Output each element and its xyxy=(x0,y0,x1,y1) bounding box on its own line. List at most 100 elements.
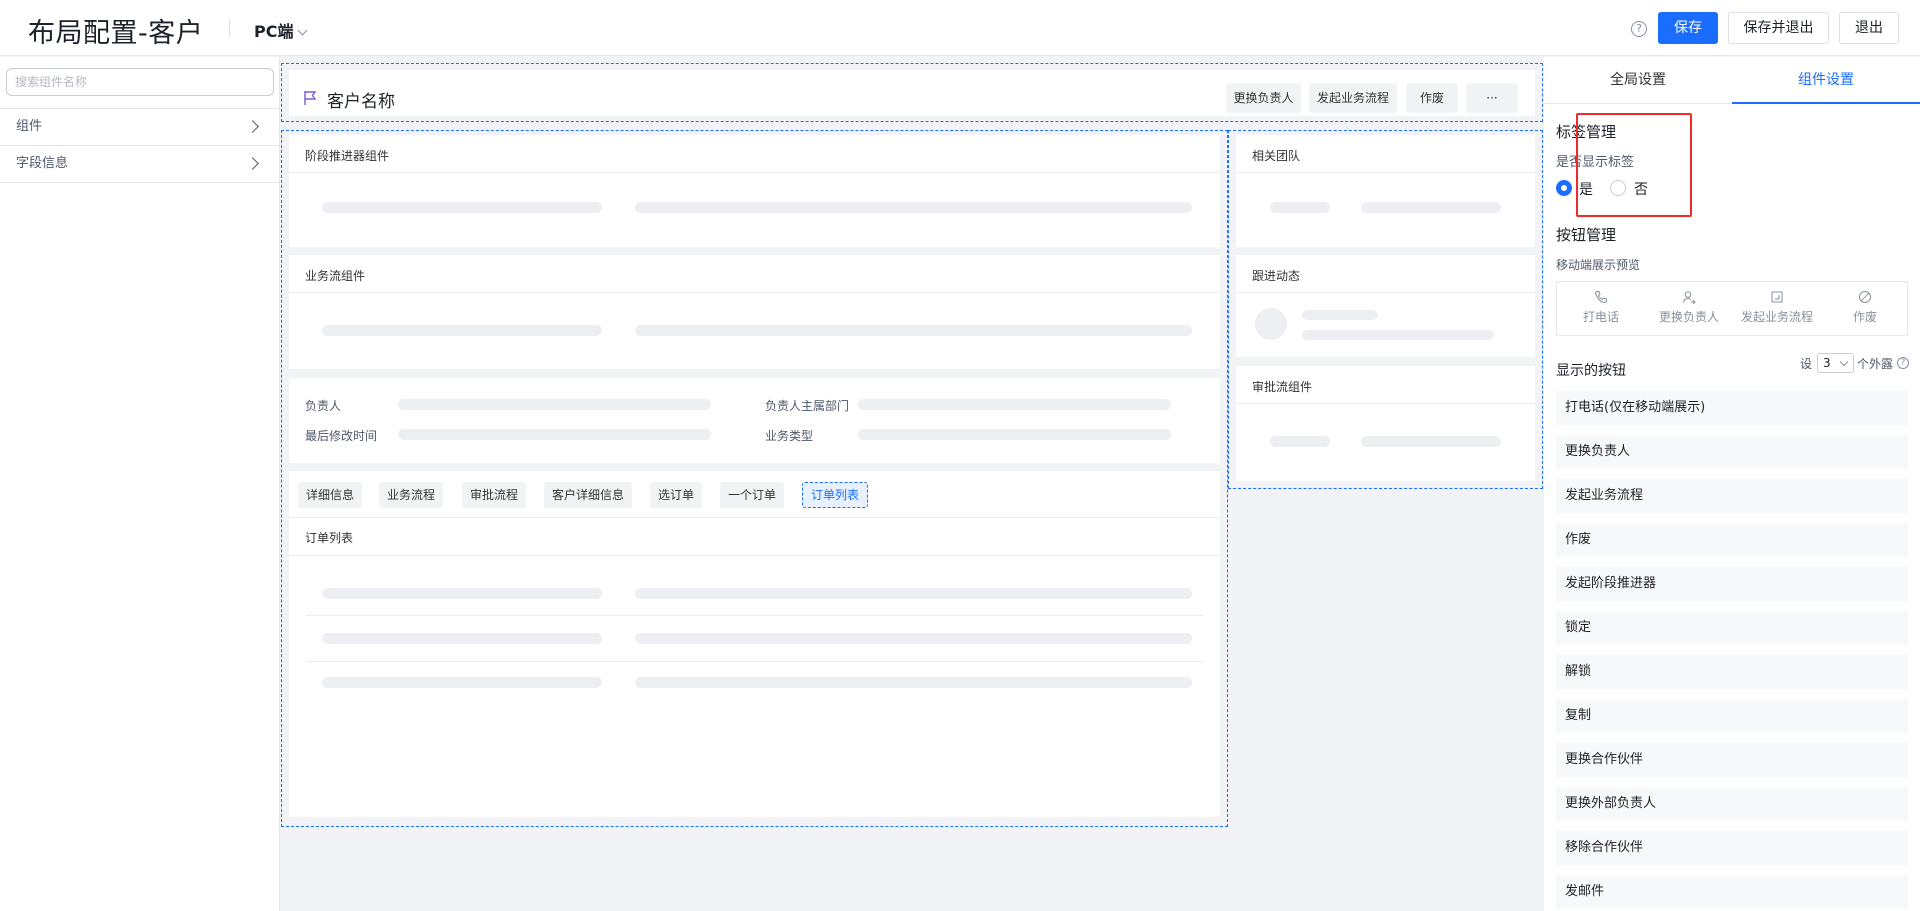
follow-up-card[interactable]: 跟进动态 xyxy=(1236,255,1535,357)
help-icon[interactable]: ? xyxy=(1897,357,1909,369)
mobile-preview-bar: 打电话 更换负责人 发起业务流程 作废 xyxy=(1556,281,1908,336)
tab-select-order[interactable]: 选订单 xyxy=(650,482,703,508)
chevron-down-icon xyxy=(298,25,308,36)
skeleton-bar xyxy=(635,633,1192,644)
customer-name: 客户名称 xyxy=(327,92,395,112)
tab-order-list[interactable]: 订单列表 xyxy=(802,482,869,508)
button-item-remove-partner[interactable]: 移除合作伙伴 xyxy=(1556,831,1908,865)
flow-component-card[interactable]: 业务流组件 xyxy=(289,255,1220,369)
search-input[interactable] xyxy=(6,68,274,96)
divider xyxy=(306,661,1203,662)
skeleton-bar xyxy=(1361,436,1501,447)
card-title: 业务流组件 xyxy=(305,269,366,283)
show-tag-label: 是否显示标签 xyxy=(1556,155,1635,170)
void-button[interactable]: 作废 xyxy=(1406,83,1458,113)
help-icon[interactable]: ? xyxy=(1631,21,1647,37)
preview-call: 打电话 xyxy=(1557,290,1645,325)
change-owner-button[interactable]: 更换负责人 xyxy=(1226,83,1301,113)
skeleton-bar xyxy=(858,399,1171,410)
card-title: 阶段推进器组件 xyxy=(305,149,390,163)
more-button[interactable]: ··· xyxy=(1466,83,1518,113)
exit-button[interactable]: 退出 xyxy=(1839,12,1899,44)
tab-detail-info[interactable]: 详细信息 xyxy=(298,482,363,508)
skeleton-bar xyxy=(322,588,602,599)
card-title: 跟进动态 xyxy=(1252,269,1301,283)
mobile-preview-label: 移动端展示预览 xyxy=(1556,258,1641,272)
chevron-down-icon xyxy=(1839,357,1849,367)
divider xyxy=(289,517,1220,518)
skeleton-bar xyxy=(635,202,1192,213)
skeleton-bar xyxy=(398,399,711,410)
preview-label: 发起业务流程 xyxy=(1740,310,1813,324)
skeleton-bar xyxy=(1361,202,1501,213)
left-item-label: 组件 xyxy=(16,119,43,134)
tab-component-settings[interactable]: 组件设置 xyxy=(1732,57,1920,104)
flag-icon xyxy=(304,91,317,105)
divider xyxy=(289,292,1220,293)
skeleton-bar xyxy=(635,677,1192,688)
preview-void: 作废 xyxy=(1821,290,1909,325)
button-item-send-email[interactable]: 发邮件 xyxy=(1556,875,1908,909)
skeleton-avatar xyxy=(1255,308,1287,340)
divider xyxy=(306,615,1203,616)
tag-no-label: 否 xyxy=(1634,182,1648,198)
platform-selector[interactable]: PC端 xyxy=(254,18,308,42)
order-list-title: 订单列表 xyxy=(305,531,354,545)
button-item-change-owner[interactable]: 更换负责人 xyxy=(1556,435,1908,469)
related-team-card[interactable]: 相关团队 xyxy=(1236,135,1535,247)
preview-change-owner: 更换负责人 xyxy=(1645,290,1733,325)
exposed-count-value: 3 xyxy=(1823,356,1831,370)
button-item-void[interactable]: 作废 xyxy=(1556,523,1908,557)
save-button[interactable]: 保存 xyxy=(1658,12,1718,44)
left-item-field-info[interactable]: 字段信息 xyxy=(0,145,279,183)
phone-icon xyxy=(1594,291,1607,304)
shown-buttons-title: 显示的按钮 xyxy=(1556,363,1626,379)
button-item-unlock[interactable]: 解锁 xyxy=(1556,655,1908,689)
customer-name-bar[interactable]: 客户名称 更换负责人 发起业务流程 作废 ··· xyxy=(289,70,1535,116)
skeleton-bar xyxy=(398,429,711,440)
tag-yes-label: 是 xyxy=(1579,182,1593,198)
divider xyxy=(289,172,1220,173)
skeleton-bar xyxy=(322,633,602,644)
field-info-card[interactable]: 负责人 负责人主属部门 最后修改时间 业务类型 xyxy=(289,378,1220,463)
user-swap-icon xyxy=(1683,291,1696,304)
tab-approval-flow[interactable]: 审批流程 xyxy=(462,482,527,508)
preview-label: 更换负责人 xyxy=(1658,310,1719,324)
stage-component-card[interactable]: 阶段推进器组件 xyxy=(289,135,1220,247)
button-item-copy[interactable]: 复制 xyxy=(1556,699,1908,733)
tab-customer-detail[interactable]: 客户详细信息 xyxy=(544,482,633,508)
skeleton-bar xyxy=(1270,202,1330,213)
header-divider xyxy=(229,18,230,38)
button-item-call[interactable]: 打电话(仅在移动端展示) xyxy=(1556,391,1908,425)
tab-global-settings[interactable]: 全局设置 xyxy=(1544,57,1732,104)
field-label-owner: 负责人 xyxy=(305,399,342,413)
tag-yes-radio[interactable] xyxy=(1556,180,1572,196)
tab-business-flow[interactable]: 业务流程 xyxy=(379,482,444,508)
skeleton-bar xyxy=(1270,436,1330,447)
set-prefix: 设 xyxy=(1800,357,1813,371)
tag-no-radio[interactable] xyxy=(1610,180,1626,196)
start-flow-button[interactable]: 发起业务流程 xyxy=(1309,83,1397,113)
divider xyxy=(289,555,1220,556)
button-management-title: 按钮管理 xyxy=(1556,226,1617,244)
left-item-components[interactable]: 组件 xyxy=(0,108,279,145)
platform-label: PC端 xyxy=(254,22,294,41)
button-item-change-external-owner[interactable]: 更换外部负责人 xyxy=(1556,787,1908,821)
exposed-count-select[interactable]: 3 xyxy=(1817,353,1854,373)
save-and-exit-button[interactable]: 保存并退出 xyxy=(1728,12,1829,44)
flow-icon xyxy=(1771,291,1783,303)
button-item-lock[interactable]: 锁定 xyxy=(1556,611,1908,645)
button-item-start-flow[interactable]: 发起业务流程 xyxy=(1556,479,1908,513)
page-title: 布局配置-客户 xyxy=(28,18,204,49)
button-item-change-partner[interactable]: 更换合作伙伴 xyxy=(1556,743,1908,777)
card-title: 审批流组件 xyxy=(1252,380,1313,394)
top-header: 布局配置-客户 PC端 ? 保存 保存并退出 退出 xyxy=(0,0,1920,56)
tab-one-order[interactable]: 一个订单 xyxy=(720,482,785,508)
skeleton-bar xyxy=(322,325,602,336)
left-item-label: 字段信息 xyxy=(16,156,69,171)
approval-component-card[interactable]: 审批流组件 xyxy=(1236,366,1535,481)
button-item-start-stage[interactable]: 发起阶段推进器 xyxy=(1556,567,1908,601)
divider xyxy=(1236,292,1535,293)
tabs-card: 详细信息 业务流程 审批流程 客户详细信息 选订单 一个订单 订单列表 订单列表 xyxy=(289,471,1220,817)
skeleton-bar xyxy=(635,588,1192,599)
